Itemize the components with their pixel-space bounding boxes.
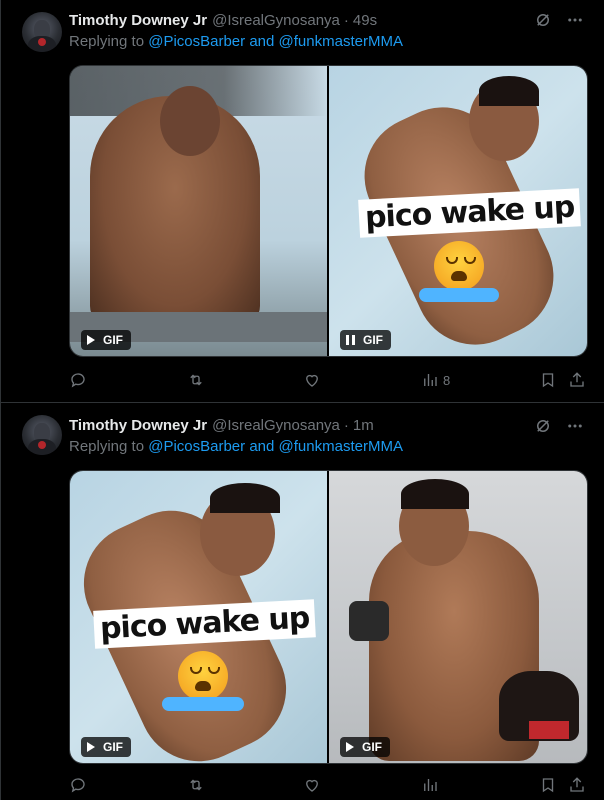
gif-label: GIF (362, 740, 382, 754)
replying-to: Replying to @PicosBarber and @funkmaster… (69, 33, 403, 50)
like-icon (306, 374, 318, 387)
reply-button[interactable] (69, 371, 87, 389)
media-grid: GIF pico wake up GIF (69, 65, 588, 357)
bookmark-button[interactable] (539, 776, 557, 794)
views-button[interactable]: 8 (421, 371, 450, 389)
replying-and[interactable]: and (249, 438, 274, 455)
share-icon (570, 777, 584, 792)
gif-badge[interactable]: GIF (340, 737, 390, 757)
header-icons (534, 11, 584, 29)
gif-media[interactable]: GIF (329, 471, 587, 763)
tweet-header: Timothy Downey Jr @IsrealGynosanya · 1m (69, 415, 374, 435)
author-handle[interactable]: @IsrealGynosanya (212, 12, 340, 29)
action-bar (69, 774, 586, 796)
header-icons (534, 417, 584, 435)
retweet-button[interactable] (187, 371, 205, 389)
reply-button[interactable] (69, 776, 87, 794)
gif-badge[interactable]: GIF (81, 737, 131, 757)
timestamp[interactable]: 49s (353, 12, 377, 29)
share-button[interactable] (568, 371, 586, 389)
like-icon (306, 779, 318, 792)
views-icon (424, 779, 437, 791)
views-icon (424, 374, 437, 386)
replying-and[interactable]: and (249, 33, 274, 50)
author-name[interactable]: Timothy Downey Jr (69, 417, 207, 434)
replying-to: Replying to @PicosBarber and @funkmaster… (69, 438, 403, 455)
mention-link[interactable]: @funkmasterMMA (279, 438, 403, 455)
grok-icon[interactable] (534, 11, 552, 29)
crying-emoji (434, 241, 484, 291)
gif-media[interactable]: GIF (70, 66, 327, 356)
retweet-icon (190, 779, 202, 791)
pause-icon[interactable] (346, 335, 355, 345)
play-icon[interactable] (87, 335, 95, 345)
gif-badge[interactable]: GIF (340, 330, 391, 350)
reply-icon (71, 778, 85, 793)
mention-link[interactable]: @PicosBarber (148, 33, 245, 50)
avatar[interactable] (22, 12, 62, 52)
retweet-button[interactable] (187, 776, 205, 794)
avatar[interactable] (22, 415, 62, 455)
bookmark-button[interactable] (539, 371, 557, 389)
bookmark-icon (542, 778, 554, 793)
timestamp[interactable]: 1m (353, 417, 374, 434)
share-button[interactable] (568, 776, 586, 794)
tweet-header: Timothy Downey Jr @IsrealGynosanya · 49s (69, 10, 377, 30)
more-icon[interactable] (566, 417, 584, 435)
share-icon (570, 372, 584, 387)
like-button[interactable] (303, 776, 321, 794)
author-name[interactable]: Timothy Downey Jr (69, 12, 207, 29)
mention-link[interactable]: @funkmasterMMA (279, 33, 403, 50)
gif-badge[interactable]: GIF (81, 330, 131, 350)
views-button[interactable] (421, 776, 443, 794)
views-count: 8 (443, 372, 451, 388)
retweet-icon (190, 374, 202, 386)
crying-emoji (178, 651, 228, 701)
media-grid: pico wake up GIF GIF (69, 470, 588, 764)
bookmark-icon (542, 373, 554, 388)
like-button[interactable] (303, 371, 321, 389)
gif-media[interactable]: pico wake up GIF (329, 66, 587, 356)
gif-label: GIF (363, 333, 383, 347)
play-icon[interactable] (346, 742, 354, 752)
more-icon[interactable] (566, 11, 584, 29)
replying-prefix: Replying to (69, 438, 145, 455)
play-icon[interactable] (87, 742, 95, 752)
grok-icon[interactable] (534, 417, 552, 435)
reply-icon (71, 373, 85, 388)
gif-label: GIF (103, 740, 123, 754)
gif-label: GIF (103, 333, 123, 347)
separator-dot: · (343, 11, 349, 29)
author-handle[interactable]: @IsrealGynosanya (212, 417, 340, 434)
separator-dot: · (343, 416, 349, 434)
tweet[interactable]: Timothy Downey Jr @IsrealGynosanya · 1m … (0, 403, 604, 800)
action-bar: 8 (69, 369, 586, 391)
gif-media[interactable]: pico wake up GIF (70, 471, 327, 763)
replying-prefix: Replying to (69, 33, 145, 50)
mention-link[interactable]: @PicosBarber (148, 438, 245, 455)
tweet[interactable]: Timothy Downey Jr @IsrealGynosanya · 49s… (0, 0, 604, 402)
